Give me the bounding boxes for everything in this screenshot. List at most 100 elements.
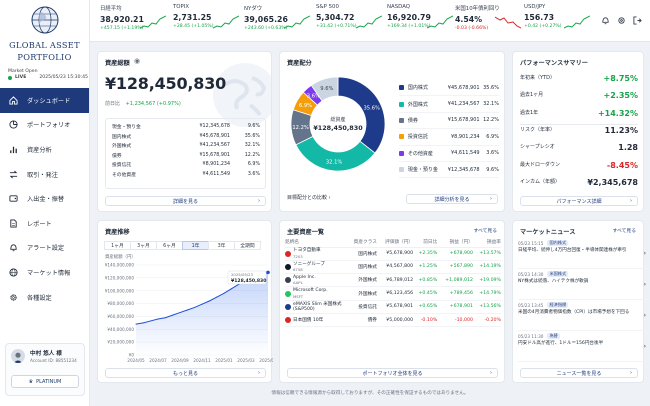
news-item[interactable]: 05/23 11:30 為替 円安ドル高が進行、1ドル＝156円台後半 › [518, 333, 646, 362]
holdings-row[interactable]: 日本国債 10年 債券 ¥5,000,000 -0.10% -10,000 -0.20% [285, 313, 501, 328]
x-tick-label: 2024/11 [193, 358, 211, 363]
performance-value: +2.35% [603, 91, 638, 101]
holding-value: ¥5,678,901 [376, 300, 414, 314]
breakdown-pct: 12.2% [244, 152, 260, 158]
legend-swatch [399, 101, 404, 107]
nav-item-alert[interactable]: アラート設定 [0, 236, 89, 261]
news-date: 05/23 11:30 [518, 333, 544, 339]
nav-item-portfolio[interactable]: ポートフォリオ [0, 113, 89, 138]
holding-logo-icon [285, 290, 291, 297]
trend-point [201, 303, 203, 305]
brand-name-line1: GLOBAL ASSET [9, 40, 80, 50]
holding-pl-rate: +14.19% [472, 260, 501, 275]
performance-label: 年初来（YTD） [520, 75, 555, 81]
ticker-item[interactable]: S&P 500 5,304.72 +31.42 (+0.71%) [316, 4, 386, 29]
period-tab[interactable]: 1年 [182, 241, 209, 250]
target-compare-link[interactable]: 目標配分との比較 › [287, 194, 331, 201]
ticker-item[interactable]: TOPIX 2,731.25 +28.45 (+1.05%) [173, 4, 243, 29]
nav-item-trade[interactable]: 取引・発注 [0, 162, 89, 187]
trend-point [179, 312, 181, 314]
ticker-name: TOPIX [173, 4, 190, 10]
holdings-header: 損益率 [472, 238, 501, 248]
ticker-item[interactable]: USD/JPY 156.73 +0.42 (+0.27%) [524, 4, 594, 29]
ticker-item[interactable]: NYダウ 39,065.26 +243.60 (+0.63%) [244, 4, 314, 31]
nav-item-analysis[interactable]: 資産分析 [0, 137, 89, 162]
breakdown-row: 投資信託 ¥8,901,234 6.9% [112, 160, 260, 170]
news-item[interactable]: 05/23 13:45 経済指標 米国の4月消費者物価指数（CPI）は市場予想を下回… [518, 302, 646, 331]
chevron-right-icon: › [490, 196, 492, 202]
trend-point [230, 288, 232, 290]
bell-icon[interactable] [601, 16, 610, 25]
ticker-item[interactable]: 日経平均 38,920.21 +457.15 (+1.19%) [100, 4, 170, 31]
ticker-bar: 日経平均 38,920.21 +457.15 (+1.19%) TOPIX 2,731.… [90, 0, 650, 42]
holding-pl: +567,890 [437, 260, 473, 275]
holding-name-cell: Microsoft Corp. MSFT [285, 286, 347, 301]
period-tab[interactable]: 3ヶ月 [130, 241, 157, 250]
nav-item-market[interactable]: マーケット情報 [0, 260, 89, 285]
portfolio-all-button[interactable]: ポートフォリオ全体を見る › [287, 368, 498, 378]
holdings-see-all-link[interactable]: すべて見る [474, 227, 497, 234]
gear-icon[interactable] [617, 16, 626, 25]
performance-value: -8.45% [606, 160, 638, 170]
y-tick-label: ¥120,000,000 [105, 275, 135, 280]
legend-value: ¥12,345,678 [447, 166, 480, 173]
allocation-detail-button[interactable]: 詳細分析を見る › [406, 194, 498, 204]
button-label: ニュース一覧を見る [556, 370, 602, 377]
legend-swatch [399, 117, 404, 123]
donut-slice-label: 12.2% [292, 125, 309, 131]
y-tick-label: ¥140,000,000 [105, 263, 135, 268]
trend-last-point[interactable] [266, 270, 270, 275]
brand[interactable]: GLOBAL ASSET PORTFOLIO [0, 0, 89, 63]
trend-tooltip: 2025/05/23¥128,450,830 [227, 270, 266, 285]
user-card[interactable]: 中村 悠人 様 Account ID: 88551234 ♛ PLATINUM [5, 343, 85, 396]
legend-value: ¥4,611,549 [450, 150, 480, 157]
trend-more-button[interactable]: もっと見る › [105, 368, 266, 378]
legend-row[interactable]: 投資信託 ¥8,901,234 6.9% [399, 129, 499, 146]
sidebar: GLOBAL ASSET PORTFOLIO Market Open LIVE 2… [0, 0, 90, 406]
news-see-all-link[interactable]: すべて見る [613, 227, 636, 234]
news-headline: 日経平均、続伸し4万円台回復・半導体関連株が牽引 [518, 248, 627, 253]
period-tab[interactable]: 全期間 [234, 241, 261, 250]
legend-row[interactable]: その他資産 ¥4,611,549 3.6% [399, 146, 499, 162]
y-tick-label: ¥20,000,000 [107, 340, 134, 345]
ticker-name: NYダウ [244, 6, 263, 12]
pie-icon [9, 120, 18, 129]
nav-item-settings[interactable]: 各種設定 [0, 285, 89, 310]
holdings-row[interactable]: ソニーグループ 6758 国内株式 ¥4,567,800 +1.25% +567,890 +… [285, 260, 501, 275]
news-item[interactable]: 05/23 14:30 米国株式 NY株式は続落、ハイテク株が軟調 › [518, 271, 646, 300]
donut-center-value: ¥128,450,830 [313, 124, 363, 132]
legend-pct: 35.6% [483, 84, 499, 91]
legend-row[interactable]: 外国株式 ¥41,234,567 32.1% [399, 96, 499, 113]
ticker-item[interactable]: 米国10年債利回り 4.54% -0.03 (-0.66%) [455, 4, 525, 31]
logout-icon[interactable] [633, 16, 642, 25]
nav-label: 資産分析 [27, 146, 52, 154]
holdings-row[interactable]: トヨタ自動車 7203 国内株式 ¥5,678,900 +2.35% +678,900 +1… [285, 247, 501, 261]
legend-row[interactable]: 現金・預り金 ¥12,345,678 9.6% [399, 162, 499, 179]
breakdown-row: 外国株式 ¥41,234,567 32.1% [112, 141, 260, 151]
nav-item-dashboard[interactable]: ダッシュボード [0, 88, 89, 113]
trend-point [194, 306, 196, 308]
holdings-row[interactable]: Apple Inc. AAPL 外国株式 ¥6,789,012 +0.85% +1,089… [285, 273, 501, 288]
holding-pl: +678,901 [437, 300, 473, 314]
total-detail-button[interactable]: 詳細を見る › [105, 196, 266, 206]
news-item[interactable]: 05/23 15:15 国内株式 日経平均、続伸し4万円台回復・半導体関連株が牽引 › [518, 240, 646, 269]
trend-area [136, 272, 268, 355]
news-list-button[interactable]: ニュース一覧を見る › [520, 368, 638, 378]
holdings-row[interactable]: eMAXIS Slim 米国株式(S&P500) 投資信託 ¥5,678,901 +0… [285, 300, 501, 314]
period-tab[interactable]: 6ヶ月 [156, 241, 183, 250]
nav-item-transfer[interactable]: 入出金・振替 [0, 186, 89, 211]
nav-item-report[interactable]: レポート [0, 211, 89, 236]
legend-swatch [399, 134, 404, 140]
holding-day-change: +1.25% [413, 260, 438, 275]
legend-row[interactable]: 債券 ¥15,678,901 12.2% [399, 113, 499, 130]
period-tab[interactable]: 1ヶ月 [104, 241, 131, 250]
performance-detail-button[interactable]: パフォーマンス詳細 › [520, 196, 638, 206]
eye-icon[interactable]: ◉ [134, 57, 140, 65]
holdings-row[interactable]: Microsoft Corp. MSFT 外国株式 ¥6,123,456 +0.45% +… [285, 286, 501, 301]
performance-label: 過去1年 [520, 109, 539, 116]
news-headline: 米国の4月消費者物価指数（CPI）は市場予想を下回る [518, 310, 630, 315]
legend-row[interactable]: 国内株式 ¥45,678,901 35.6% [399, 80, 499, 97]
chevron-right-icon: › [643, 343, 646, 350]
period-tab[interactable]: 3年 [208, 241, 235, 250]
ticker-item[interactable]: NASDAQ 16,920.79 +169.34 (+1.01%) [387, 4, 457, 29]
